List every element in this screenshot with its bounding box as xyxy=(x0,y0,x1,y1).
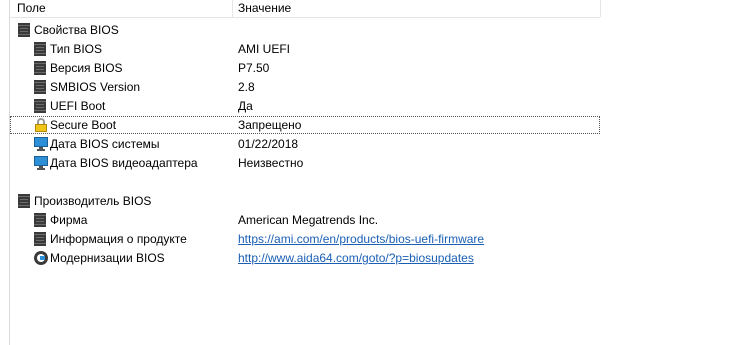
field-label: Дата BIOS видеоадаптера xyxy=(50,156,198,170)
list-item[interactable]: Фирма American Megatrends Inc. xyxy=(10,211,602,229)
list-item[interactable]: Информация о продукте https://ami.com/en… xyxy=(10,230,602,248)
field-value: P7.50 xyxy=(238,61,270,75)
field-label: Фирма xyxy=(50,213,88,227)
chip-icon xyxy=(18,194,32,208)
field-value: 2.8 xyxy=(238,80,255,94)
column-header-field[interactable]: Поле xyxy=(17,1,46,17)
group-title: Свойства BIOS xyxy=(34,23,119,37)
list-item[interactable]: SMBIOS Version 2.8 xyxy=(10,78,602,96)
monitor-icon xyxy=(34,137,48,151)
group-title: Производитель BIOS xyxy=(34,194,152,208)
field-label: Secure Boot xyxy=(50,118,117,132)
column-header-value[interactable]: Значение xyxy=(238,1,291,17)
monitor-icon xyxy=(34,156,48,170)
product-info-link[interactable]: https://ami.com/en/products/bios-uefi-fi… xyxy=(238,230,484,248)
group-bios-properties[interactable]: Свойства BIOS xyxy=(10,21,602,39)
chip-icon xyxy=(34,232,48,246)
group-bios-manufacturer[interactable]: Производитель BIOS xyxy=(10,192,602,210)
field-value: Запрещено xyxy=(238,118,302,132)
list-item[interactable]: Дата BIOS видеоадаптера Неизвестно xyxy=(10,154,602,172)
field-value: AMI UEFI xyxy=(238,42,291,56)
list-item[interactable]: Дата BIOS системы 01/22/2018 xyxy=(10,135,602,153)
bios-updates-link[interactable]: http://www.aida64.com/goto/?p=biosupdate… xyxy=(238,249,474,267)
field-value: Да xyxy=(238,99,253,113)
chip-icon xyxy=(34,61,48,75)
list-item[interactable]: UEFI Boot Да xyxy=(10,97,602,115)
field-value: American Megatrends Inc. xyxy=(238,213,379,227)
update-icon xyxy=(34,251,48,265)
chip-icon xyxy=(34,213,48,227)
list-item[interactable]: Модернизации BIOS http://www.aida64.com/… xyxy=(10,249,602,267)
field-label: Дата BIOS системы xyxy=(50,137,160,151)
lock-icon xyxy=(34,118,48,132)
field-label: SMBIOS Version xyxy=(50,80,141,94)
field-value: 01/22/2018 xyxy=(238,137,299,151)
column-divider[interactable] xyxy=(232,0,233,17)
field-label: Модернизации BIOS xyxy=(50,251,165,265)
list-item-selected[interactable]: Secure Boot Запрещено xyxy=(10,116,600,134)
chip-icon xyxy=(34,42,48,56)
field-label: Тип BIOS xyxy=(50,42,103,56)
list-item[interactable]: Тип BIOS AMI UEFI xyxy=(10,40,602,58)
field-label: Версия BIOS xyxy=(50,61,123,75)
field-label: Информация о продукте xyxy=(50,232,187,246)
field-value: Неизвестно xyxy=(238,156,304,170)
chip-icon xyxy=(34,99,48,113)
chip-icon xyxy=(34,80,48,94)
list-item[interactable]: Версия BIOS P7.50 xyxy=(10,59,602,77)
column-header: Поле Значение xyxy=(10,0,601,18)
chip-icon xyxy=(18,23,32,37)
column-divider[interactable] xyxy=(600,0,601,17)
field-label: UEFI Boot xyxy=(50,99,106,113)
